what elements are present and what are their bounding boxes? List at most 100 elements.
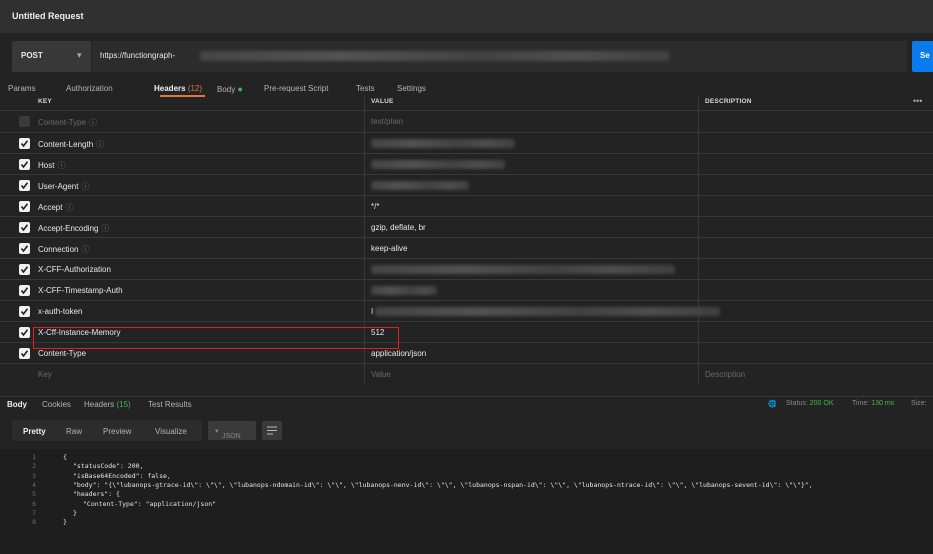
response-tab-headers-label: Headers bbox=[84, 400, 115, 409]
info-icon[interactable]: ⓘ bbox=[57, 161, 65, 170]
send-button[interactable]: Se bbox=[912, 41, 933, 72]
checkmark-icon bbox=[20, 182, 29, 190]
method-select[interactable]: POST ▾ bbox=[12, 41, 91, 72]
format-value: JSON bbox=[222, 433, 241, 440]
enable-checkbox[interactable] bbox=[19, 285, 30, 296]
enable-checkbox[interactable] bbox=[19, 243, 30, 254]
header-key-text: Content-Length bbox=[38, 140, 94, 149]
redacted-url bbox=[200, 51, 670, 61]
enable-checkbox[interactable] bbox=[19, 306, 30, 317]
header-value[interactable]: I bbox=[371, 307, 373, 316]
header-key[interactable]: Connection ⓘ bbox=[38, 244, 89, 255]
view-pretty[interactable]: Pretty bbox=[23, 427, 46, 436]
header-key[interactable]: x-auth-token bbox=[38, 307, 82, 316]
header-key-text: Accept-Encoding bbox=[38, 224, 99, 233]
info-icon[interactable]: ⓘ bbox=[96, 140, 104, 149]
response-tab-cookies[interactable]: Cookies bbox=[42, 400, 71, 409]
redacted-value bbox=[375, 307, 720, 316]
info-icon[interactable]: ⓘ bbox=[101, 224, 109, 233]
header-description[interactable] bbox=[699, 238, 933, 259]
table-row: X-CFF-Timestamp-Auth bbox=[0, 279, 933, 301]
more-options-icon[interactable]: ••• bbox=[913, 96, 922, 106]
response-tab-body[interactable]: Body bbox=[7, 400, 27, 409]
header-key-text: Content-Type bbox=[38, 349, 87, 358]
table-row: Connection ⓘ keep-alive bbox=[0, 237, 933, 259]
header-key[interactable]: Host ⓘ bbox=[38, 160, 65, 171]
enable-checkbox[interactable] bbox=[19, 180, 30, 191]
response-headers-count: (15) bbox=[116, 400, 131, 409]
header-description[interactable] bbox=[699, 196, 933, 217]
response-tab-headers[interactable]: Headers (15) bbox=[84, 400, 131, 409]
enable-checkbox[interactable] bbox=[19, 222, 30, 233]
tab-authorization[interactable]: Authorization bbox=[66, 84, 113, 93]
table-row-new: Key Value Description bbox=[0, 363, 933, 385]
tab-tests[interactable]: Tests bbox=[356, 84, 375, 93]
header-value[interactable]: gzip, deflate, br bbox=[371, 223, 426, 232]
enable-checkbox[interactable] bbox=[19, 348, 30, 359]
tab-params[interactable]: Params bbox=[8, 84, 36, 93]
header-value[interactable]: text/plain bbox=[371, 117, 403, 126]
header-description[interactable] bbox=[699, 217, 933, 238]
header-description[interactable] bbox=[699, 280, 933, 301]
code-line: "statusCode": 200, bbox=[73, 462, 144, 471]
request-title[interactable]: Untitled Request bbox=[12, 11, 84, 21]
info-icon[interactable]: ⓘ bbox=[81, 245, 89, 254]
format-select[interactable]: JSON ▾ bbox=[208, 421, 256, 440]
tab-headers[interactable]: Headers (12) bbox=[154, 84, 202, 93]
header-key[interactable]: User-Agent ⓘ bbox=[38, 181, 89, 192]
tab-prerequest-script[interactable]: Pre-request Script bbox=[264, 84, 328, 93]
new-key-input[interactable]: Key bbox=[38, 370, 52, 379]
header-description[interactable] bbox=[699, 343, 933, 364]
checkmark-icon bbox=[20, 245, 29, 253]
header-description[interactable] bbox=[699, 111, 933, 132]
header-key[interactable]: Accept ⓘ bbox=[38, 202, 73, 213]
header-value[interactable]: keep-alive bbox=[371, 244, 407, 253]
header-description[interactable] bbox=[699, 175, 933, 196]
enable-checkbox[interactable] bbox=[19, 159, 30, 170]
tab-settings[interactable]: Settings bbox=[397, 84, 426, 93]
enable-checkbox[interactable] bbox=[19, 201, 30, 212]
header-key[interactable]: Content-Type ⓘ bbox=[38, 117, 97, 128]
highlight-instance-memory bbox=[33, 327, 399, 349]
info-icon[interactable]: ⓘ bbox=[89, 118, 97, 127]
table-header-row: KEY VALUE DESCRIPTION ••• bbox=[0, 95, 933, 110]
header-value[interactable]: application/json bbox=[371, 349, 426, 358]
column-description-header: DESCRIPTION bbox=[705, 98, 752, 105]
globe-icon[interactable]: 🌐 bbox=[768, 400, 777, 408]
view-preview[interactable]: Preview bbox=[103, 427, 131, 436]
method-label: POST bbox=[21, 51, 43, 60]
header-description[interactable] bbox=[699, 154, 933, 175]
header-key[interactable]: X-CFF-Authorization bbox=[38, 265, 111, 274]
checkmark-icon bbox=[20, 140, 29, 148]
new-description-input[interactable]: Description bbox=[705, 370, 745, 379]
view-raw[interactable]: Raw bbox=[66, 427, 82, 436]
checkmark-icon bbox=[20, 308, 29, 316]
header-description[interactable] bbox=[699, 322, 933, 343]
tab-body-label: Body bbox=[217, 85, 236, 94]
header-key[interactable]: X-CFF-Timestamp-Auth bbox=[38, 286, 123, 295]
header-description[interactable] bbox=[699, 133, 933, 154]
new-value-input[interactable]: Value bbox=[371, 370, 391, 379]
headers-count: (12) bbox=[187, 84, 203, 93]
line-number: 8 bbox=[32, 518, 36, 527]
header-key[interactable]: Content-Type bbox=[38, 349, 86, 358]
header-value[interactable]: */* bbox=[371, 202, 379, 211]
url-input[interactable]: https://functiongraph- bbox=[92, 41, 907, 72]
view-visualize[interactable]: Visualize bbox=[155, 427, 187, 436]
tab-body[interactable]: Body ● bbox=[217, 84, 243, 94]
size-label: Size: bbox=[911, 400, 927, 407]
url-text: https://functiongraph- bbox=[100, 51, 176, 60]
enable-checkbox[interactable] bbox=[19, 264, 30, 275]
header-key[interactable]: Accept-Encoding ⓘ bbox=[38, 223, 109, 234]
wrap-lines-button[interactable] bbox=[262, 421, 282, 440]
header-description[interactable] bbox=[699, 301, 933, 322]
response-tab-test-results[interactable]: Test Results bbox=[148, 400, 192, 409]
enable-checkbox[interactable] bbox=[19, 138, 30, 149]
header-key[interactable]: Content-Length ⓘ bbox=[38, 139, 104, 150]
info-icon[interactable]: ⓘ bbox=[65, 203, 73, 212]
header-description[interactable] bbox=[699, 259, 933, 280]
enable-checkbox[interactable] bbox=[19, 327, 30, 338]
info-icon[interactable]: ⓘ bbox=[81, 182, 89, 191]
enable-checkbox[interactable] bbox=[19, 116, 30, 127]
response-body-code[interactable]: 1 {2 "statusCode": 200, 3 "isBase64Encoded":… bbox=[0, 449, 933, 554]
